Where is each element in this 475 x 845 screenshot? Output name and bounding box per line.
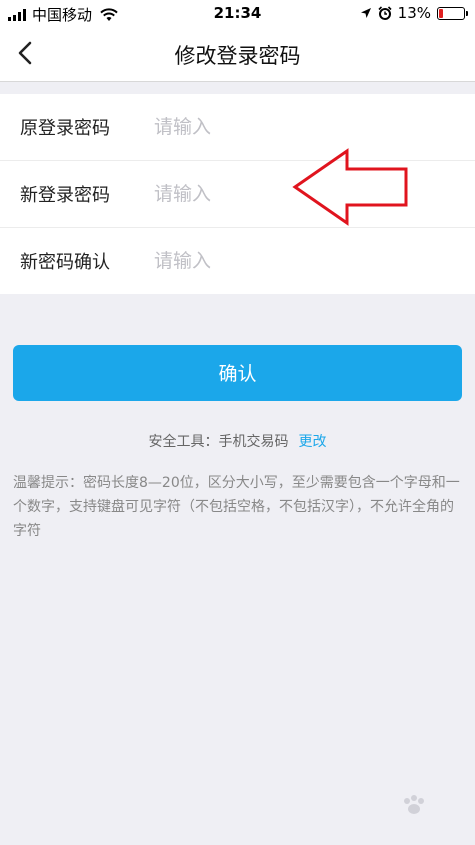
- status-right: 13%: [360, 4, 468, 22]
- security-tool-line: 安全工具：手机交易码 更改: [0, 431, 475, 451]
- change-link[interactable]: 更改: [299, 434, 327, 450]
- old-password-input[interactable]: [152, 109, 456, 145]
- confirm-password-input[interactable]: [152, 243, 456, 279]
- status-bar: 中国移动 21:34 13%: [0, 0, 475, 26]
- navigation-bar: 修改登录密码: [0, 26, 475, 82]
- old-password-label: 原登录密码: [20, 118, 110, 139]
- battery-percent: 13%: [397, 4, 431, 22]
- alarm-icon: [378, 6, 392, 20]
- red-left-arrow-icon: [292, 148, 408, 226]
- security-tool-text: 安全工具：手机交易码: [148, 434, 289, 450]
- confirm-password-label: 新密码确认: [20, 252, 110, 273]
- form-row-confirm-password: 新密码确认: [0, 228, 475, 294]
- baidu-jingyan-watermark: [404, 795, 424, 814]
- new-password-label: 新登录密码: [20, 185, 110, 206]
- password-tips: 温馨提示：密码长度8—20位，区分大小写，至少需要包含一个字母和一个数字，支持键…: [13, 475, 460, 539]
- page-title: 修改登录密码: [174, 44, 301, 68]
- confirm-button[interactable]: 确认: [13, 345, 462, 401]
- location-icon: [360, 8, 371, 18]
- battery-icon: [437, 6, 468, 20]
